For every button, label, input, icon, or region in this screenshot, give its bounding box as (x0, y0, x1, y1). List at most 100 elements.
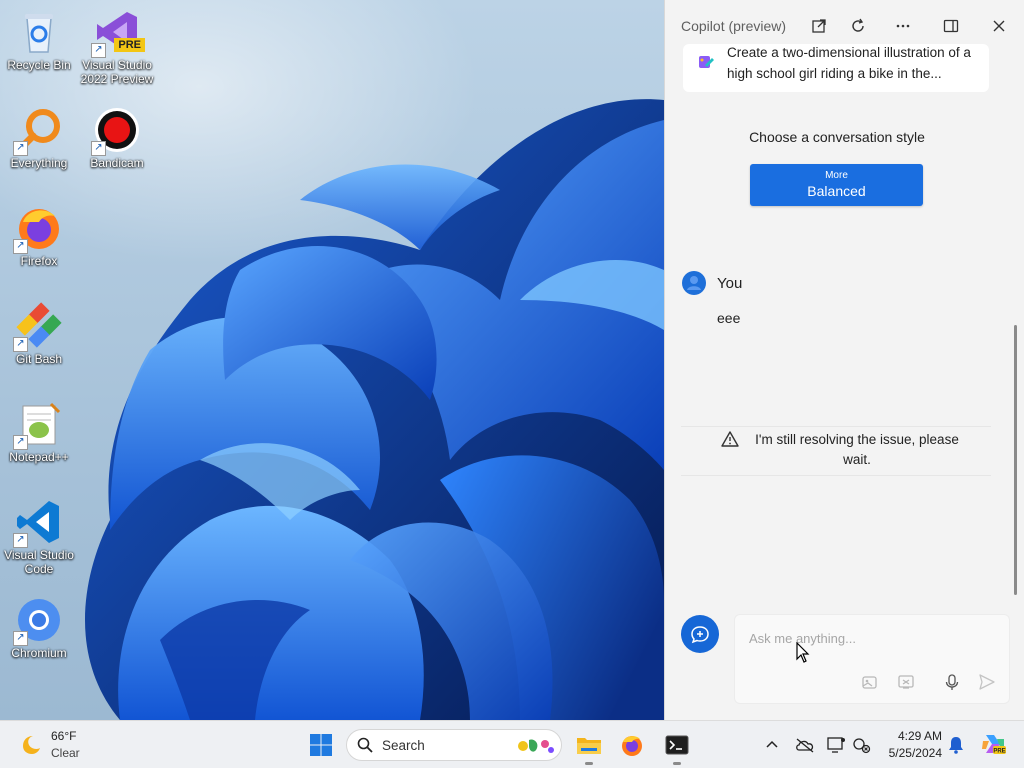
chevron-up-icon (766, 740, 778, 748)
desktop-icon-vscode[interactable]: ↗ Visual Studio Code (0, 498, 78, 576)
copilot-icon: PRE (982, 735, 1006, 755)
running-indicator (585, 762, 593, 765)
open-external-icon (812, 19, 826, 33)
shortcut-arrow-icon: ↗ (13, 435, 28, 450)
close-icon (993, 20, 1005, 32)
more-icon (896, 24, 910, 28)
screenshot-button[interactable] (895, 671, 917, 693)
network-icon (853, 738, 871, 754)
taskbar-firefox[interactable] (618, 731, 646, 759)
send-icon (979, 674, 995, 690)
user-avatar (682, 271, 706, 295)
shortcut-arrow-icon: ↗ (91, 43, 106, 58)
desktop-icon-label: Git Bash (15, 352, 63, 366)
search-highlight-icon (518, 739, 554, 753)
desktop-icon-notepad-plus-plus[interactable]: ↗ Notepad++ (0, 400, 78, 464)
notifications-button[interactable] (946, 735, 966, 755)
refresh-icon (852, 18, 864, 32)
desktop-icon-everything[interactable]: ↗ Everything (0, 106, 78, 170)
shortcut-arrow-icon: ↗ (13, 141, 28, 156)
close-button[interactable] (985, 12, 1013, 40)
taskbar-search-box[interactable]: Search (346, 729, 562, 761)
open-external-button[interactable] (805, 12, 833, 40)
git-bash-icon: ↗ (13, 302, 63, 352)
file-explorer-icon (577, 738, 601, 754)
tray-network[interactable] (852, 735, 872, 755)
shortcut-arrow-icon: ↗ (13, 337, 28, 352)
mouse-cursor-icon (796, 642, 810, 663)
user-name: You (717, 275, 743, 292)
add-image-icon (862, 676, 877, 689)
more-options-button[interactable] (889, 12, 917, 40)
shortcut-arrow-icon: ↗ (13, 533, 28, 548)
voice-input-button[interactable] (941, 671, 963, 693)
taskbar: 66°F Clear Search 4:29 AM 5/25/2024 PRE (0, 720, 1024, 768)
image-create-icon (699, 56, 714, 68)
weather-condition: Clear (51, 746, 80, 760)
bell-icon (949, 737, 963, 754)
chromium-icon: ↗ (13, 596, 63, 646)
conversation-style-balanced-button[interactable]: More Balanced (750, 164, 923, 206)
desktop-icon-bandicam[interactable]: ↗ Bandicam (78, 106, 156, 170)
screenshot-icon (898, 675, 914, 689)
windows-start-button[interactable] (309, 733, 333, 757)
chat-scrollbar[interactable] (1014, 325, 1017, 595)
desktop-icon-label: Visual Studio 2022 Preview (80, 58, 154, 86)
desktop-icon-recycle-bin[interactable]: Recycle Bin (0, 8, 78, 72)
clock-time: 4:29 AM (897, 729, 942, 743)
taskbar-file-explorer[interactable] (575, 731, 603, 765)
moon-icon (23, 736, 40, 754)
ask-input[interactable] (747, 627, 991, 649)
onedrive-offline-icon (796, 738, 814, 753)
everything-search-icon: ↗ (13, 106, 63, 156)
visual-studio-preview-icon: PRE ↗ (91, 8, 145, 58)
svg-text:PRE: PRE (993, 749, 1005, 755)
recycle-bin-icon (15, 8, 63, 56)
status-warning: I'm still resolving the issue, please wa… (681, 426, 991, 476)
prompt-suggestion-card[interactable]: Create a two-dimensional illustration of… (683, 44, 989, 92)
tray-display[interactable] (826, 735, 846, 755)
weather-temperature: 66°F (51, 729, 77, 743)
desktop-icon-firefox[interactable]: ↗ Firefox (0, 204, 78, 268)
pre-badge: PRE (114, 38, 145, 52)
taskbar-terminal[interactable] (663, 731, 691, 765)
copilot-taskbar-button[interactable]: PRE (980, 731, 1006, 757)
firefox-icon (622, 736, 642, 756)
chat-input-box[interactable] (734, 614, 1010, 704)
desktop-icon-label: Recycle Bin (7, 58, 71, 72)
copilot-title: Copilot (preview) (681, 18, 787, 34)
add-image-button[interactable] (859, 671, 881, 693)
microphone-icon (945, 674, 959, 690)
shortcut-arrow-icon: ↗ (13, 239, 28, 254)
show-hidden-icons-button[interactable] (762, 735, 782, 755)
send-button[interactable] (976, 671, 998, 693)
vscode-icon: ↗ (13, 498, 63, 548)
tray-onedrive[interactable] (795, 735, 815, 755)
shortcut-arrow-icon: ↗ (91, 141, 106, 156)
desktop-icon-label: Everything (10, 156, 68, 170)
split-view-button[interactable] (937, 12, 965, 40)
warning-text: I'm still resolving the issue, please wa… (755, 432, 959, 467)
shortcut-arrow-icon: ↗ (13, 631, 28, 646)
user-message: eee (717, 310, 741, 326)
search-label: Search (382, 738, 425, 753)
desktop-icon-chromium[interactable]: ↗ Chromium (0, 596, 78, 660)
bandicam-icon: ↗ (91, 106, 141, 156)
copilot-panel: Copilot (preview) Create a two-dimension… (664, 0, 1024, 720)
terminal-icon (665, 735, 689, 755)
desktop-icon-git-bash[interactable]: ↗ Git Bash (0, 302, 78, 366)
desktop-icon-label: Notepad++ (9, 450, 69, 464)
display-icon (827, 737, 845, 753)
conversation-style-label: Choose a conversation style (749, 129, 925, 145)
new-topic-button[interactable] (681, 615, 719, 653)
desktop-icon-label: Bandicam (90, 156, 144, 170)
user-icon (687, 276, 701, 290)
desktop-icon-label: Chromium (11, 646, 67, 660)
style-button-label: Balanced (807, 183, 866, 199)
clock-date: 5/25/2024 (888, 746, 942, 760)
notepad-plus-plus-icon: ↗ (13, 400, 63, 450)
refresh-button[interactable] (844, 12, 872, 40)
desktop-icon-visual-studio-preview[interactable]: PRE ↗ Visual Studio 2022 Preview (78, 8, 156, 86)
warning-icon (721, 431, 739, 447)
desktop: Recycle Bin PRE ↗ Visual Studio 2022 Pre… (0, 0, 664, 720)
